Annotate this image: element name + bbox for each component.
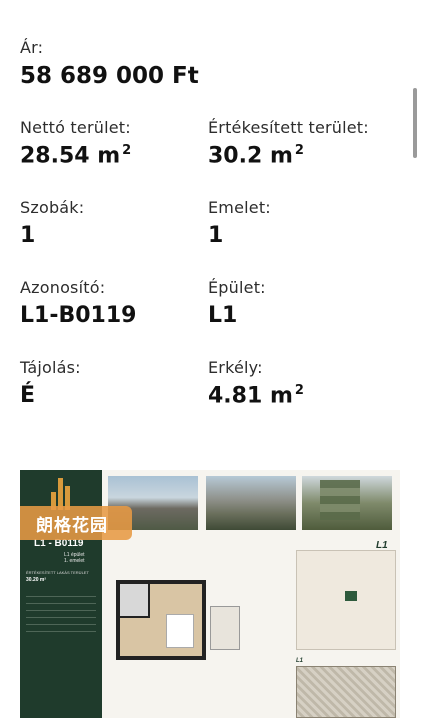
spec-label: Szobák: xyxy=(20,198,85,217)
bed-area xyxy=(166,614,194,648)
spec-rooms: Szobák: 1 xyxy=(20,198,208,278)
unit-highlight xyxy=(345,591,357,601)
spec-value: L1-B0119 xyxy=(20,303,137,328)
site-plan xyxy=(296,550,396,650)
spec-balcony: Erkély: 4.81 m2 xyxy=(208,358,396,438)
brochure-room-table xyxy=(26,590,96,632)
building-photo xyxy=(206,476,296,530)
spec-value: É xyxy=(20,383,36,408)
bathroom-area xyxy=(120,584,150,618)
brochure-unit-floor: L1 épület 1. emelet xyxy=(64,552,85,564)
spec-orientation: Tájolás: É xyxy=(20,358,208,438)
spec-value: 30.2 m2 xyxy=(208,143,304,169)
spec-value: 1 xyxy=(20,223,36,248)
floor-plan-image[interactable]: L1 - B0119 L1 épület 1. emelet ÉRTÉKESÍT… xyxy=(20,470,400,718)
spec-label: Épület: xyxy=(208,278,266,297)
spec-id: Azonosító: L1-B0119 xyxy=(20,278,208,358)
spec-value: 28.54 m2 xyxy=(20,143,132,169)
watermark-badge: 朗格花园 xyxy=(20,506,132,540)
building-label-small: L1 xyxy=(296,658,304,664)
pixelated-region xyxy=(320,480,360,520)
brochure-area-value: 30.20 m² xyxy=(26,577,47,583)
price-label: Ár: xyxy=(20,38,44,57)
spec-label: Nettó terület: xyxy=(20,118,131,137)
spec-value: L1 xyxy=(208,303,238,328)
brochure-area-label: ÉRTÉKESÍTETT LAKÁS TERÜLET xyxy=(26,570,89,575)
spec-floor: Emelet: 1 xyxy=(208,198,396,278)
spec-label: Emelet: xyxy=(208,198,271,217)
balcony-area xyxy=(210,606,240,650)
spec-building: Épület: L1 xyxy=(208,278,396,358)
spec-sold-area: Értékesített terület: 30.2 m2 xyxy=(208,118,396,198)
spec-value: 4.81 m2 xyxy=(208,383,304,409)
price-block: Ár: 58 689 000 Ft xyxy=(20,38,400,118)
spec-label: Azonosító: xyxy=(20,278,106,297)
price-value: 58 689 000 Ft xyxy=(20,63,199,89)
spec-row: Azonosító: L1-B0119 Épület: L1 xyxy=(20,278,400,358)
scrollbar[interactable] xyxy=(413,88,417,158)
spec-net-area: Nettó terület: 28.54 m2 xyxy=(20,118,208,198)
spec-label: Erkély: xyxy=(208,358,263,377)
spec-row: Szobák: 1 Emelet: 1 xyxy=(20,198,400,278)
spec-label: Értékesített terület: xyxy=(208,118,369,137)
floor-site-plan xyxy=(296,666,396,718)
spec-row: Nettó terület: 28.54 m2 Értékesített ter… xyxy=(20,118,400,198)
apartment-floor-plan xyxy=(116,580,206,660)
property-specs: Ár: 58 689 000 Ft Nettó terület: 28.54 m… xyxy=(20,38,400,438)
spec-row: Tájolás: É Erkély: 4.81 m2 xyxy=(20,358,400,438)
spec-value: 1 xyxy=(208,223,224,248)
spec-label: Tájolás: xyxy=(20,358,81,377)
